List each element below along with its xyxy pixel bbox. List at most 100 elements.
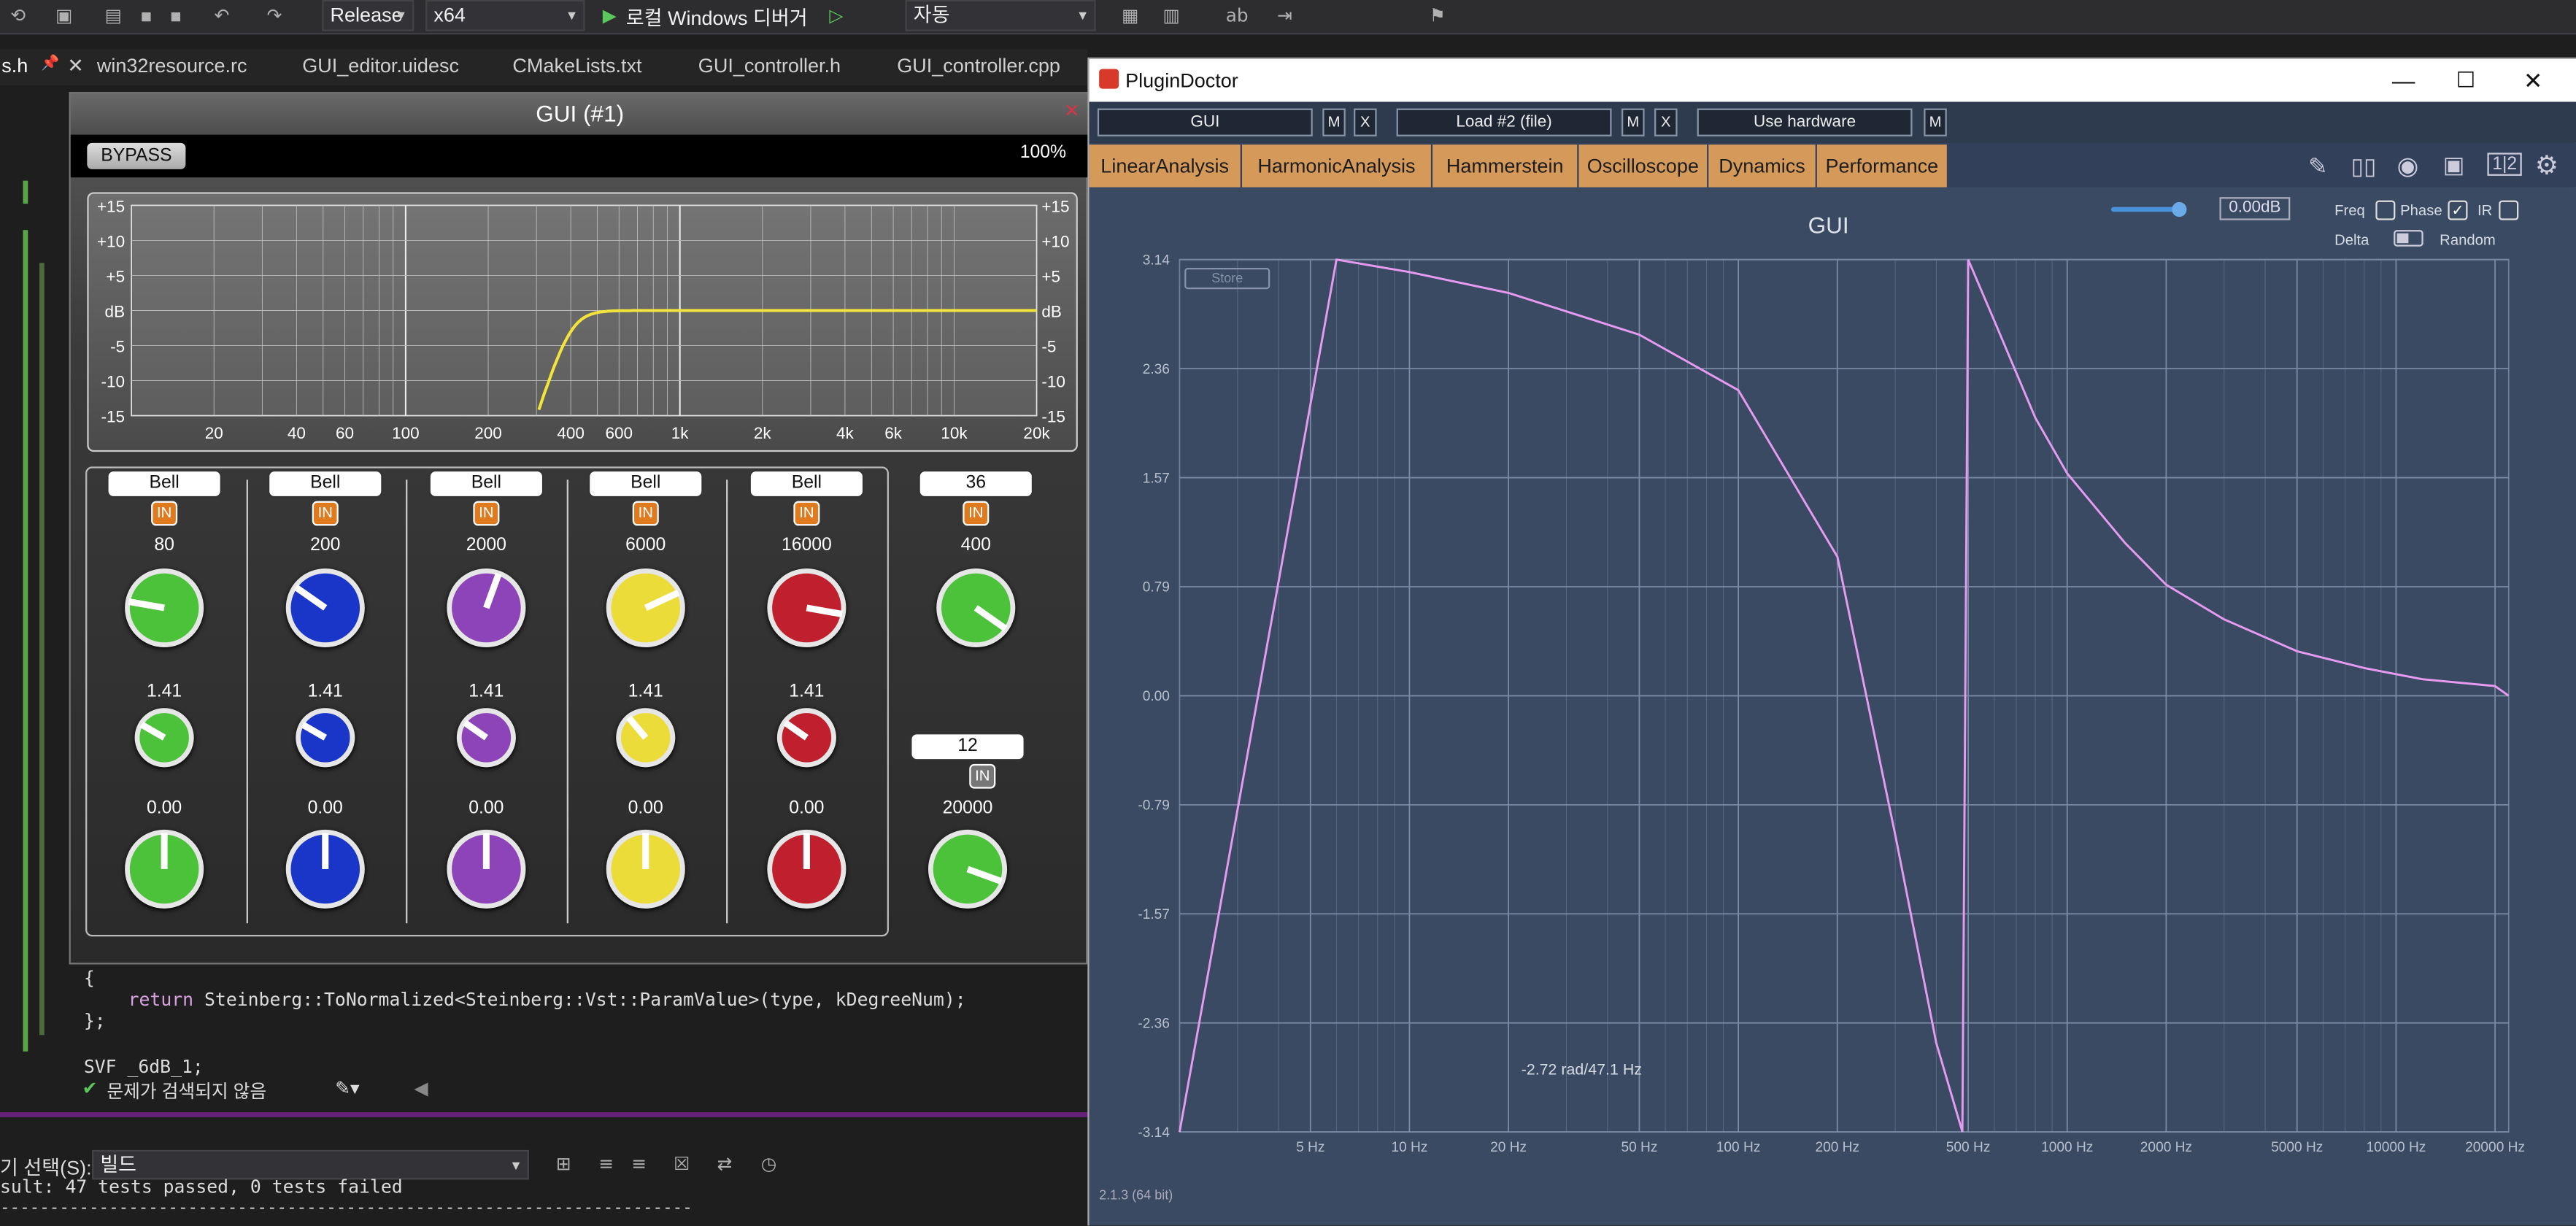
band-type-button[interactable]: Bell	[749, 469, 865, 498]
pd-plot-area[interactable]: GUI 5 Hz 10 Hz 20 Hz 50 Hz 100 Hz 200 Hz 500 Hz…	[1089, 187, 2576, 1226]
band-type-button[interactable]: Bell	[107, 469, 222, 498]
delta-toggle[interactable]	[2394, 230, 2423, 247]
hp-freq-knob[interactable]	[936, 568, 1016, 648]
gain-readout[interactable]: 0.00dB	[2219, 197, 2291, 220]
tab-linear-analysis[interactable]: LinearAnalysis	[1089, 144, 1242, 188]
open-folder-icon[interactable]: ▤	[102, 5, 126, 28]
pin-icon[interactable]: 📌	[41, 54, 59, 72]
band-gain-knob[interactable]	[447, 829, 526, 909]
hp-enable-button[interactable]: IN	[963, 501, 990, 526]
camera-icon[interactable]: ▣	[2443, 151, 2465, 179]
redo-icon[interactable]: ↷	[263, 5, 286, 28]
gui-close-icon[interactable]: ✕	[1064, 100, 1079, 122]
back-icon[interactable]: ⟲	[7, 5, 30, 28]
align-left-icon[interactable]: ≡	[595, 1153, 618, 1176]
band-gain-knob[interactable]	[285, 829, 365, 909]
tab-hammerstein[interactable]: Hammerstein	[1432, 144, 1579, 188]
band-gain-knob[interactable]	[606, 829, 685, 909]
find-icon[interactable]: ⊞	[552, 1153, 575, 1176]
store-button[interactable]: Store	[1184, 267, 1270, 290]
undo-icon[interactable]: ↶	[210, 5, 234, 28]
toolbox-icon[interactable]: ▦	[1119, 5, 1142, 28]
band-q-knob[interactable]	[456, 708, 516, 768]
eq-response-graph[interactable]: +15 +15 +10 +10 +5 +5 dB dB -5 -5 -10 -10 -15 -15 20 40…	[87, 192, 1078, 452]
slot3-hardware-button[interactable]: Use hardware	[1697, 108, 1913, 136]
maximize-icon[interactable]: ☐	[2456, 59, 2475, 102]
lp-freq-knob[interactable]	[928, 829, 1008, 909]
band-q-knob[interactable]	[776, 708, 836, 768]
platform-select[interactable]: x64 ▼	[425, 0, 585, 31]
spellcheck-icon[interactable]: ab	[1225, 5, 1249, 28]
save-icon[interactable]: ▪	[135, 5, 158, 28]
slot3-m-button[interactable]: M	[1924, 108, 1947, 136]
band-gain-knob[interactable]	[125, 829, 204, 909]
band-type-button[interactable]: Bell	[267, 469, 383, 498]
tab-gui-editor-uidesc[interactable]: GUI_editor.uidesc	[302, 54, 459, 77]
band-enable-button[interactable]: IN	[793, 501, 820, 526]
word-wrap-icon[interactable]: ⇄	[713, 1153, 736, 1176]
band-enable-button[interactable]: IN	[473, 501, 500, 526]
save-all-icon[interactable]: ▪	[164, 5, 188, 28]
debugger-button[interactable]: 로컬 Windows 디버거	[626, 4, 808, 31]
hp-slope-button[interactable]: 36	[918, 469, 1034, 498]
tab-performance[interactable]: Performance	[1816, 144, 1949, 188]
band-q-knob[interactable]	[134, 708, 194, 768]
auto-select[interactable]: 자동 ▼	[905, 0, 1096, 31]
band-freq-knob[interactable]	[606, 568, 685, 648]
slot2-plugin-button[interactable]: Load #2 (file)	[1396, 108, 1612, 136]
phase-checkbox[interactable]: ✓	[2448, 200, 2468, 220]
slot2-x-button[interactable]: X	[1654, 108, 1678, 136]
output-source-select[interactable]: 빌드 ▼	[92, 1149, 529, 1180]
step-icon[interactable]: ⇥	[1273, 5, 1297, 28]
book-icon[interactable]: ▯▯	[2351, 153, 2377, 180]
gear-icon[interactable]: ⚙	[2535, 150, 2558, 182]
align-right-icon[interactable]: ≡	[628, 1153, 651, 1176]
minimize-icon[interactable]: —	[2392, 59, 2415, 102]
issues-status[interactable]: 문제가 검색되지 않음	[107, 1078, 266, 1104]
gain-slider-thumb[interactable]	[2172, 201, 2187, 217]
band-enable-button[interactable]: IN	[632, 501, 659, 526]
ir-checkbox[interactable]	[2499, 200, 2519, 220]
bookmark-icon[interactable]: ⚑	[1426, 5, 1449, 28]
tab-gui-controller-cpp[interactable]: GUI_controller.cpp	[897, 54, 1060, 77]
tab-win32resource[interactable]: win32resource.rc	[97, 54, 247, 77]
tab-harmonic-analysis[interactable]: HarmonicAnalysis	[1241, 144, 1433, 188]
tab-cmakelists[interactable]: CMakeLists.txt	[512, 54, 641, 77]
brush-icon[interactable]: ✎▾	[335, 1078, 359, 1099]
tab-oscilloscope[interactable]: Oscilloscope	[1578, 144, 1709, 188]
band-gain-knob[interactable]	[767, 829, 847, 909]
new-project-icon[interactable]: ▣	[53, 5, 76, 28]
band-freq-knob[interactable]	[767, 568, 847, 648]
lp-enable-button[interactable]: IN	[969, 763, 996, 789]
bypass-button[interactable]: BYPASS	[87, 142, 186, 169]
config-select[interactable]: Release ▼	[322, 0, 414, 31]
layout-icon[interactable]: ▥	[1160, 5, 1183, 28]
slot2-m-button[interactable]: M	[1621, 108, 1645, 136]
compare-icon[interactable]: 1|2	[2487, 153, 2522, 176]
tab-s-h[interactable]: s.h	[1, 54, 28, 77]
band-freq-knob[interactable]	[125, 568, 204, 648]
band-type-button[interactable]: Bell	[587, 469, 703, 498]
tab-dynamics[interactable]: Dynamics	[1708, 144, 1817, 188]
slot1-x-button[interactable]: X	[1354, 108, 1377, 136]
band-enable-button[interactable]: IN	[312, 501, 339, 526]
play-icon[interactable]: ▶	[598, 5, 621, 28]
notes-icon[interactable]: ✎	[2308, 153, 2327, 180]
slot1-m-button[interactable]: M	[1322, 108, 1346, 136]
clear-all-icon[interactable]: ☒	[671, 1153, 694, 1176]
lp-slope-button[interactable]: 12	[910, 733, 1025, 761]
tab-gui-controller-h[interactable]: GUI_controller.h	[698, 54, 841, 77]
band-freq-knob[interactable]	[447, 568, 526, 648]
scroll-left-icon[interactable]: ◀	[414, 1078, 428, 1099]
slot1-plugin-button[interactable]: GUI	[1097, 108, 1313, 136]
band-freq-knob[interactable]	[285, 568, 365, 648]
close-tab-icon[interactable]: ✕	[67, 54, 84, 77]
band-q-knob[interactable]	[296, 708, 355, 768]
eye-icon[interactable]: ◉	[2397, 151, 2418, 180]
band-enable-button[interactable]: IN	[151, 501, 178, 526]
close-window-icon[interactable]: ✕	[2523, 59, 2542, 102]
clock-icon[interactable]: ◷	[757, 1153, 781, 1176]
band-type-button[interactable]: Bell	[428, 469, 544, 498]
band-q-knob[interactable]	[616, 708, 676, 768]
start-without-debug-icon[interactable]: ▷	[825, 5, 848, 28]
